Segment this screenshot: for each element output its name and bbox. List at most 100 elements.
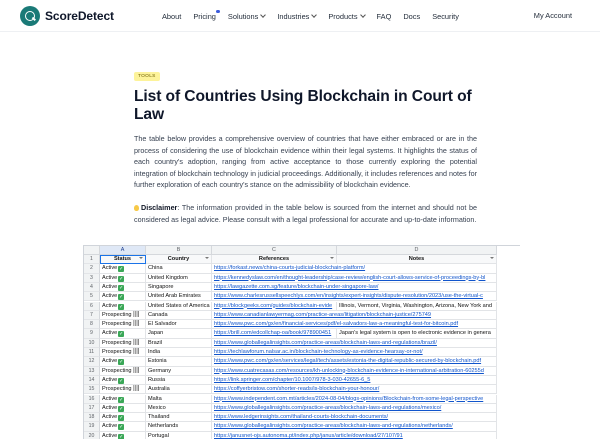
row-number[interactable]: 19 xyxy=(84,422,100,432)
reference-link[interactable]: https://www.cuatrecasas.com/resources/kh… xyxy=(212,366,497,376)
row-number[interactable]: 11 xyxy=(84,348,100,358)
row-number[interactable]: 18 xyxy=(84,413,100,423)
filter-icon[interactable] xyxy=(205,257,209,259)
column-header-d[interactable]: D xyxy=(337,246,497,255)
nav-item-faq[interactable]: FAQ xyxy=(377,12,392,21)
status-cell[interactable]: Active ✓ xyxy=(100,413,146,423)
sheet-corner[interactable] xyxy=(84,246,100,255)
notes-cell[interactable]: Illinois, Vermont, Virginia, Washington,… xyxy=(337,301,497,311)
nav-item-solutions[interactable]: Solutions xyxy=(228,12,267,21)
reference-link[interactable]: https://coffyerbristow.com/shorter-reads… xyxy=(212,385,497,395)
country-cell[interactable]: Estonia xyxy=(146,357,212,367)
header-cell-references[interactable]: References xyxy=(212,255,337,265)
status-cell[interactable]: Active ✓ xyxy=(100,282,146,293)
reference-link[interactable]: https://forkast.news/china-courts-judici… xyxy=(212,264,497,274)
row-number[interactable]: 5 xyxy=(84,292,100,302)
filter-icon[interactable] xyxy=(330,257,334,259)
reference-link[interactable]: https://www.globallegalinsights.com/prac… xyxy=(212,403,497,414)
reference-link[interactable]: https://www.independent.com.mt/articles/… xyxy=(212,394,497,404)
filter-icon[interactable] xyxy=(490,257,494,259)
country-cell[interactable]: United Arab Emirates xyxy=(146,292,212,302)
row-number[interactable]: 7 xyxy=(84,310,100,321)
reference-link[interactable]: https://www.pwc.com/gx/en/financial-serv… xyxy=(212,320,497,330)
status-cell[interactable]: Prospecting xyxy=(100,385,146,395)
column-header-b[interactable]: B xyxy=(146,246,212,255)
reference-link[interactable]: https://link.springer.com/chapter/10.100… xyxy=(212,375,497,386)
country-cell[interactable]: India xyxy=(146,348,212,358)
nav-item-docs[interactable]: Docs xyxy=(403,12,420,21)
status-cell[interactable]: Active ✓ xyxy=(100,264,146,274)
country-cell[interactable]: Australia xyxy=(146,385,212,395)
nav-item-security[interactable]: Security xyxy=(432,12,459,21)
country-cell[interactable]: Mexico xyxy=(146,403,212,414)
spreadsheet-embed[interactable]: A B C D 1 Status Country References Notes 2 Active… xyxy=(83,245,520,439)
header-cell-country[interactable]: Country xyxy=(146,255,212,265)
reference-link[interactable]: https://www.ledgerinsights.com/thailand-… xyxy=(212,413,497,423)
status-cell[interactable]: Active ✓ xyxy=(100,394,146,404)
status-cell[interactable]: Active ✓ xyxy=(100,301,146,311)
status-cell[interactable]: Prospecting xyxy=(100,348,146,358)
row-number[interactable]: 17 xyxy=(84,403,100,414)
status-cell[interactable]: Active ✓ xyxy=(100,375,146,386)
country-cell[interactable]: Portugal xyxy=(146,431,212,439)
reference-link[interactable]: https://www.pwc.com/gx/en/services/legal… xyxy=(212,357,497,367)
reference-link[interactable]: https://www.globallegalinsights.com/prac… xyxy=(212,422,497,432)
status-cell[interactable]: Active ✓ xyxy=(100,431,146,439)
header-cell-notes[interactable]: Notes xyxy=(337,255,497,265)
reference-link[interactable]: https://lawgazette.com.sg/feature/blockc… xyxy=(212,282,497,293)
country-cell[interactable]: Germany xyxy=(146,366,212,376)
row-number[interactable]: 1 xyxy=(84,255,100,265)
row-number[interactable]: 13 xyxy=(84,366,100,376)
status-cell[interactable]: Active ✓ xyxy=(100,422,146,432)
country-cell[interactable]: Netherlands xyxy=(146,422,212,432)
row-number[interactable]: 8 xyxy=(84,320,100,330)
country-cell[interactable]: China xyxy=(146,264,212,274)
reference-link[interactable]: https://www.charlesrussellspeechlys.com/… xyxy=(212,292,497,302)
status-cell[interactable]: Active ✓ xyxy=(100,357,146,367)
row-number[interactable]: 12 xyxy=(84,357,100,367)
reference-link[interactable]: https://janusnet-ojs.autonoma.pt/index.p… xyxy=(212,431,497,439)
row-number[interactable]: 2 xyxy=(84,264,100,274)
reference-link[interactable]: https://www.canadianlawyermag.com/practi… xyxy=(212,310,497,321)
row-number[interactable]: 10 xyxy=(84,338,100,348)
reference-link[interactable]: https://brill.com/edcollchap-oa/book/978… xyxy=(212,329,337,339)
row-number[interactable]: 3 xyxy=(84,273,100,283)
row-number[interactable]: 14 xyxy=(84,375,100,386)
status-cell[interactable]: Prospecting xyxy=(100,338,146,348)
country-cell[interactable]: United States of America xyxy=(146,301,212,311)
reference-link[interactable]: https://techlawforum.nalsar.ac.in/blockc… xyxy=(212,348,497,358)
status-cell[interactable]: Prospecting xyxy=(100,310,146,321)
reference-link[interactable]: https://www.globallegalinsights.com/prac… xyxy=(212,338,497,348)
row-number[interactable]: 20 xyxy=(84,431,100,439)
status-cell[interactable]: Prospecting xyxy=(100,320,146,330)
row-number[interactable]: 16 xyxy=(84,394,100,404)
status-cell[interactable]: Active ✓ xyxy=(100,329,146,339)
row-number[interactable]: 9 xyxy=(84,329,100,339)
reference-link[interactable]: https://blockgeeks.com/guides/blockchain… xyxy=(212,301,337,311)
reference-link[interactable]: https://kennedyslaw.com/en/thought-leade… xyxy=(212,273,497,283)
filter-icon[interactable] xyxy=(139,257,143,259)
my-account-link[interactable]: My Account xyxy=(534,11,572,20)
country-cell[interactable]: El Salvador xyxy=(146,320,212,330)
nav-item-industries[interactable]: Industries xyxy=(277,12,318,21)
row-number[interactable]: 6 xyxy=(84,301,100,311)
country-cell[interactable]: Thailand xyxy=(146,413,212,423)
nav-item-pricing[interactable]: Pricing xyxy=(193,9,220,21)
status-cell[interactable]: Prospecting xyxy=(100,366,146,376)
country-cell[interactable]: Canada xyxy=(146,310,212,321)
country-cell[interactable]: Brazil xyxy=(146,338,212,348)
status-cell[interactable]: Active ✓ xyxy=(100,292,146,302)
column-header-c[interactable]: C xyxy=(212,246,337,255)
row-number[interactable]: 15 xyxy=(84,385,100,395)
brand-logo[interactable]: ScoreDetect xyxy=(20,6,114,26)
header-cell-status[interactable]: Status xyxy=(100,255,146,265)
country-cell[interactable]: Singapore xyxy=(146,282,212,293)
column-header-a[interactable]: A xyxy=(100,246,146,255)
country-cell[interactable]: Russia xyxy=(146,375,212,386)
status-cell[interactable]: Active ✓ xyxy=(100,403,146,414)
nav-item-about[interactable]: About xyxy=(162,12,181,21)
country-cell[interactable]: Japan xyxy=(146,329,212,339)
country-cell[interactable]: United Kingdom xyxy=(146,273,212,283)
country-cell[interactable]: Malta xyxy=(146,394,212,404)
notes-cell[interactable]: Japan's legal system is open to electron… xyxy=(337,329,497,339)
